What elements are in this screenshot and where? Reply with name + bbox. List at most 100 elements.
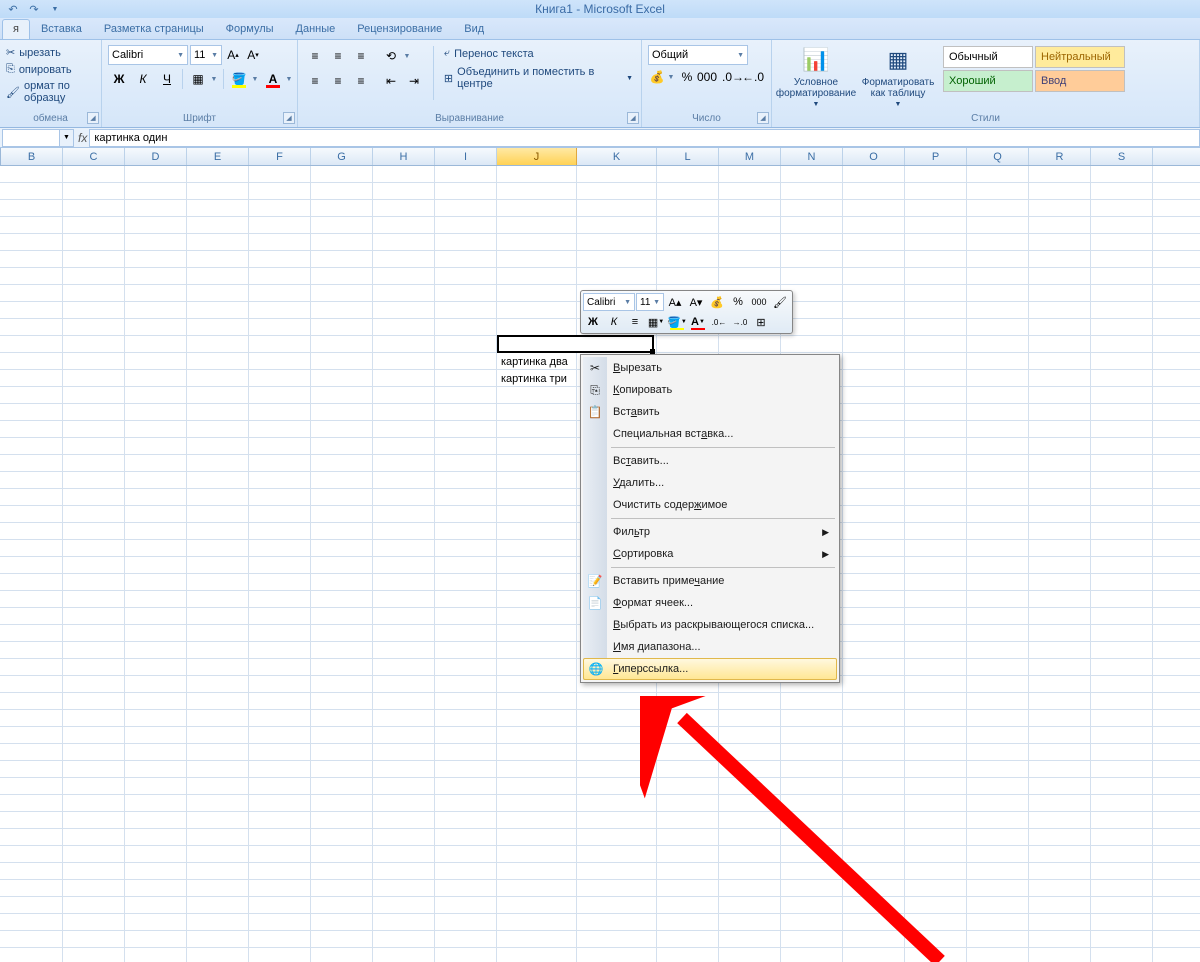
grow-font-button[interactable]: A▴ bbox=[224, 46, 242, 64]
cell-i11[interactable]: картинка один bbox=[498, 336, 648, 353]
col-header-k[interactable]: K bbox=[577, 148, 657, 165]
cell-styles-gallery[interactable]: Обычный Нейтральный Хороший Ввод bbox=[940, 43, 1128, 95]
col-header-e[interactable]: E bbox=[187, 148, 249, 165]
copy-button[interactable]: ⎘опировать bbox=[4, 62, 97, 77]
col-header-l[interactable]: L bbox=[657, 148, 719, 165]
mini-align-center[interactable]: ≡ bbox=[625, 313, 645, 331]
col-header-o[interactable]: O bbox=[843, 148, 905, 165]
fx-icon[interactable]: fx bbox=[78, 131, 87, 145]
col-header-q[interactable]: Q bbox=[967, 148, 1029, 165]
increase-decimal-button[interactable]: .0→ bbox=[724, 68, 742, 86]
number-launcher[interactable]: ◢ bbox=[757, 112, 769, 124]
menu-insert-comment[interactable]: 📝Вставить примечание bbox=[583, 570, 837, 592]
number-format-combo[interactable]: Общий▼ bbox=[648, 45, 748, 65]
qat-customize-icon[interactable]: ▼ bbox=[46, 1, 64, 17]
cell-i13[interactable]: картинка три bbox=[498, 370, 580, 387]
style-input[interactable]: Ввод bbox=[1035, 70, 1125, 92]
fill-color-dropdown[interactable]: ▼ bbox=[250, 76, 260, 83]
col-header-r[interactable]: R bbox=[1029, 148, 1091, 165]
col-header-s[interactable]: S bbox=[1091, 148, 1153, 165]
col-header-f[interactable]: F bbox=[249, 148, 311, 165]
tab-insert[interactable]: Вставка bbox=[30, 19, 93, 39]
tab-formulas[interactable]: Формулы bbox=[215, 19, 285, 39]
mini-inc-decimal[interactable]: →.0 bbox=[730, 313, 750, 331]
merge-center-button[interactable]: ⊞Объединить и поместить в центре▼ bbox=[442, 64, 635, 92]
undo-icon[interactable]: ↶ bbox=[4, 1, 22, 17]
accounting-dropdown[interactable]: ▼ bbox=[666, 74, 676, 81]
menu-hyperlink[interactable]: 🌐Гиперссылка... bbox=[583, 658, 837, 680]
formula-input[interactable]: картинка один bbox=[89, 129, 1200, 147]
align-middle-button[interactable]: ≡ bbox=[327, 45, 349, 67]
col-header-b[interactable]: B bbox=[1, 148, 63, 165]
col-header-j[interactable]: J bbox=[497, 148, 577, 165]
shrink-font-button[interactable]: A▾ bbox=[244, 46, 262, 64]
col-header-m[interactable]: M bbox=[719, 148, 781, 165]
style-good[interactable]: Хороший bbox=[943, 70, 1033, 92]
underline-button[interactable]: Ч bbox=[156, 68, 178, 90]
font-color-button[interactable]: A bbox=[262, 68, 284, 90]
tab-page-layout[interactable]: Разметка страницы bbox=[93, 19, 215, 39]
clipboard-launcher[interactable]: ◢ bbox=[87, 112, 99, 124]
cell-i12[interactable]: картинка два bbox=[498, 353, 580, 370]
mini-font-combo[interactable]: Calibri▼ bbox=[583, 293, 635, 311]
wrap-text-button[interactable]: ⤶Перенос текста bbox=[442, 45, 635, 62]
menu-paste[interactable]: 📋Вставить bbox=[583, 401, 837, 423]
mini-italic[interactable]: К bbox=[604, 313, 624, 331]
align-right-button[interactable]: ≡ bbox=[350, 70, 372, 92]
mini-merge[interactable]: ⊞ bbox=[751, 313, 771, 331]
increase-indent-button[interactable]: ⇥ bbox=[403, 70, 425, 92]
menu-format-cells[interactable]: 📄Формат ячеек... bbox=[583, 592, 837, 614]
col-header-c[interactable]: C bbox=[63, 148, 125, 165]
col-header-d[interactable]: D bbox=[125, 148, 187, 165]
align-left-button[interactable]: ≡ bbox=[304, 70, 326, 92]
mini-percent[interactable]: % bbox=[728, 293, 748, 311]
name-box[interactable] bbox=[2, 129, 60, 147]
format-as-table-button[interactable]: ▦ Форматировать как таблицу▼ bbox=[858, 43, 938, 110]
menu-insert[interactable]: Вставить... bbox=[583, 450, 837, 472]
mini-grow-font[interactable]: A▴ bbox=[665, 293, 685, 311]
style-neutral[interactable]: Нейтральный bbox=[1035, 46, 1125, 68]
tab-data[interactable]: Данные bbox=[285, 19, 347, 39]
conditional-formatting-button[interactable]: 📊 Условное форматирование▼ bbox=[776, 43, 856, 110]
menu-filter[interactable]: Фильтр▶ bbox=[583, 521, 837, 543]
comma-button[interactable]: 000 bbox=[698, 68, 716, 86]
mini-size-combo[interactable]: 11▼ bbox=[636, 293, 664, 311]
tab-view[interactable]: Вид bbox=[453, 19, 495, 39]
tab-review[interactable]: Рецензирование bbox=[346, 19, 453, 39]
mini-format-painter[interactable]: 🖌 bbox=[770, 293, 790, 311]
menu-name-range[interactable]: Имя диапазона... bbox=[583, 636, 837, 658]
mini-accounting[interactable]: 💰 bbox=[707, 293, 727, 311]
border-dropdown[interactable]: ▼ bbox=[209, 76, 219, 83]
alignment-launcher[interactable]: ◢ bbox=[627, 112, 639, 124]
font-name-combo[interactable]: Calibri▼ bbox=[108, 45, 188, 65]
mini-bold[interactable]: Ж bbox=[583, 313, 603, 331]
grid-body[interactable]: картинка один картинка два картинка три … bbox=[0, 166, 1200, 962]
mini-borders[interactable]: ▦▼ bbox=[646, 313, 666, 331]
menu-clear[interactable]: Очистить содержимое bbox=[583, 494, 837, 516]
font-launcher[interactable]: ◢ bbox=[283, 112, 295, 124]
cut-button[interactable]: ✂ырезать bbox=[4, 45, 97, 60]
col-header-n[interactable]: N bbox=[781, 148, 843, 165]
menu-cut[interactable]: ✂Вырезать bbox=[583, 357, 837, 379]
accounting-button[interactable]: 💰 bbox=[648, 68, 666, 86]
col-header-i[interactable]: I bbox=[435, 148, 497, 165]
font-color-dropdown[interactable]: ▼ bbox=[284, 76, 294, 83]
decrease-decimal-button[interactable]: ←.0 bbox=[744, 68, 762, 86]
fill-color-button[interactable]: 🪣 bbox=[228, 68, 250, 90]
menu-sort[interactable]: Сортировка▶ bbox=[583, 543, 837, 565]
name-box-dropdown[interactable]: ▼ bbox=[60, 129, 74, 147]
menu-paste-special[interactable]: Специальная вставка... bbox=[583, 423, 837, 445]
mini-comma[interactable]: 000 bbox=[749, 293, 769, 311]
border-button[interactable]: ▦ bbox=[187, 68, 209, 90]
col-header-g[interactable]: G bbox=[311, 148, 373, 165]
mini-dec-decimal[interactable]: .0← bbox=[709, 313, 729, 331]
align-bottom-button[interactable]: ≡ bbox=[350, 45, 372, 67]
align-top-button[interactable]: ≡ bbox=[304, 45, 326, 67]
spreadsheet-grid[interactable]: BCDEFGHIJKLMNOPQRS картинка один картинк… bbox=[0, 148, 1200, 962]
menu-pick-from-list[interactable]: Выбрать из раскрывающегося списка... bbox=[583, 614, 837, 636]
font-size-combo[interactable]: 11▼ bbox=[190, 45, 222, 65]
percent-button[interactable]: % bbox=[678, 68, 696, 86]
align-center-button[interactable]: ≡ bbox=[327, 70, 349, 92]
menu-delete[interactable]: Удалить... bbox=[583, 472, 837, 494]
tab-home[interactable]: я bbox=[2, 19, 30, 39]
